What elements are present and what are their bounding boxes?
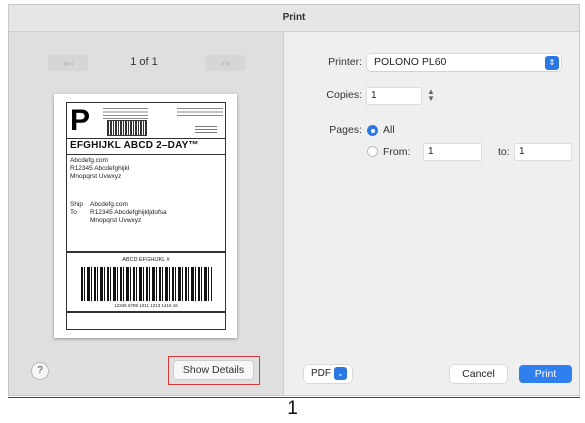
show-details-button[interactable]: Show Details <box>174 361 253 379</box>
next-page-button[interactable]: › ›› <box>205 55 245 71</box>
divider-line <box>67 154 225 155</box>
pdf-menu-button[interactable]: PDF ⌄ <box>304 365 352 383</box>
recipient-line: Abcdefg.com <box>90 201 128 208</box>
cancel-button[interactable]: Cancel <box>450 365 507 383</box>
previous-page-button[interactable]: «‹ ‹ <box>48 55 88 71</box>
service-letter: P <box>70 104 91 137</box>
sender-fineprint <box>103 107 148 119</box>
sender-line: Mnopqrst Uvwxyz <box>70 173 122 180</box>
show-details-highlight: Show Details <box>168 356 260 385</box>
label-preview: P EFGHIJKL ABCD 2–DAY™ Abcdefg.com R1234… <box>54 94 237 338</box>
pages-from-label: From: <box>383 146 411 158</box>
recipient-line: Mnopqrst Uvwxyz <box>90 217 142 224</box>
window-title: Print <box>9 5 579 32</box>
carrier-mark <box>195 125 217 133</box>
tracking-barcode <box>81 267 212 301</box>
divider-line <box>67 138 225 139</box>
page-count: 1 of 1 <box>130 56 158 68</box>
pages-range-radio[interactable] <box>367 146 378 157</box>
to-prefix: To <box>70 209 77 216</box>
sender-address: Abcdefg.com R12345 Abcdefghijkl Mnopqrst… <box>70 157 129 181</box>
sender-line: R12345 Abcdefghijkl <box>70 165 130 172</box>
divider-line <box>67 251 225 253</box>
print-dialog: Print «‹ ‹ 1 of 1 › ›› P EFGHIJKL ABCD 2… <box>8 4 580 396</box>
pages-label: Pages: <box>329 124 362 136</box>
copies-label: Copies: <box>326 89 362 101</box>
divider-line <box>67 311 225 313</box>
pages-from-field[interactable]: 1 <box>424 144 481 160</box>
chevron-down-icon: ⌄ <box>334 367 347 380</box>
tracking-number: 12345 6789 1011 1213 1415 16 <box>114 303 178 308</box>
print-button[interactable]: Print <box>519 365 572 383</box>
pages-all-radio[interactable] <box>367 125 378 136</box>
recipient-line: R12345 Abcdefghijkljdofsa <box>90 209 167 216</box>
printer-label: Printer: <box>328 56 362 68</box>
service-line: EFGHIJKL ABCD 2–DAY™ <box>70 140 199 151</box>
label-barcode-small <box>107 120 147 136</box>
shipping-label: P EFGHIJKL ABCD 2–DAY™ Abcdefg.com R1234… <box>66 102 226 330</box>
step-number: 1 <box>287 398 298 419</box>
ship-prefix: Ship <box>70 201 84 208</box>
preview-pane: «‹ ‹ 1 of 1 › ›› P EFGHIJKL ABCD 2–DAY™ … <box>9 32 283 395</box>
chevron-updown-icon: ⇕ <box>545 55 559 70</box>
printer-value: POLONO PL60 <box>374 56 447 68</box>
stepper-icon[interactable]: ▲ ▼ <box>426 88 436 104</box>
ship-to-prefix: Ship To <box>70 201 83 217</box>
postage-fineprint <box>177 107 223 117</box>
copies-field[interactable]: 1 <box>367 88 421 104</box>
sender-line: Abcdefg.com <box>70 157 108 164</box>
tracking-label: ABCD EFGHIJKL # <box>122 257 170 263</box>
recipient-address: Abcdefg.com R12345 Abcdefghijkljdofsa Mn… <box>90 201 167 225</box>
pages-all-label: All <box>383 124 395 136</box>
settings-pane: Printer: POLONO PL60 ⇕ Copies: 1 ▲ ▼ Page… <box>284 32 579 395</box>
printer-select[interactable]: POLONO PL60 ⇕ <box>367 54 561 71</box>
pages-to-label: to: <box>498 146 510 158</box>
help-button[interactable]: ? <box>31 362 49 380</box>
pdf-label: PDF <box>311 368 331 379</box>
pages-to-field[interactable]: 1 <box>515 144 571 160</box>
